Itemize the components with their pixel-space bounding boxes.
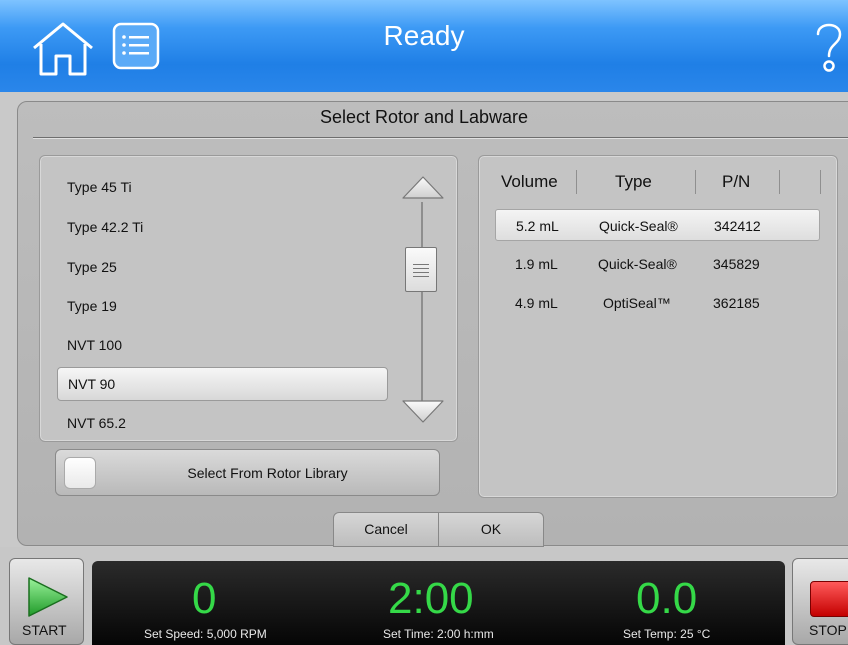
cancel-button[interactable]: Cancel — [333, 512, 439, 547]
temp-readout: 0.0 — [636, 574, 698, 623]
scroll-track — [421, 202, 423, 402]
rotor-list: Type 45 Ti Type 42.2 Ti Type 25 Type 19 … — [39, 155, 458, 442]
set-speed-label: Set Speed: 5,000 RPM — [144, 627, 267, 641]
labware-pn: 362185 — [713, 295, 760, 311]
labware-row[interactable]: 4.9 mL OptiSeal™ 362185 — [495, 287, 820, 319]
ok-button[interactable]: OK — [438, 512, 544, 547]
time-readout: 2:00 — [388, 574, 474, 623]
rotor-item[interactable]: Type 25 — [67, 256, 117, 278]
start-label: START — [22, 622, 67, 638]
stop-icon — [810, 581, 848, 617]
scroll-thumb[interactable] — [405, 247, 437, 292]
rotor-item[interactable]: NVT 65.2 — [67, 412, 126, 434]
library-button-label: Select From Rotor Library — [187, 465, 348, 481]
stop-label: STOP — [809, 622, 847, 638]
labware-table — [478, 155, 838, 498]
rotor-item[interactable]: Type 19 — [67, 295, 117, 317]
rotor-item[interactable]: Type 45 Ti — [67, 176, 132, 198]
help-icon[interactable] — [810, 18, 848, 78]
labware-row[interactable]: 1.9 mL Quick-Seal® 345829 — [495, 248, 820, 280]
stop-button[interactable]: STOP — [792, 558, 848, 645]
rotor-item[interactable]: Type 42.2 Ti — [67, 216, 143, 238]
labware-type: Quick-Seal® — [599, 218, 678, 234]
column-header-type: Type — [615, 172, 652, 191]
scroll-up-icon[interactable] — [401, 174, 445, 200]
labware-volume: 4.9 mL — [515, 295, 558, 311]
start-button[interactable]: START — [9, 558, 84, 645]
labware-volume: 5.2 mL — [516, 218, 559, 234]
column-header-pn: P/N — [722, 172, 751, 191]
dialog-title: Select Rotor and Labware — [319, 107, 529, 127]
column-divider — [820, 170, 821, 194]
status-title: Ready — [383, 20, 465, 51]
top-bar: Ready — [0, 0, 848, 92]
column-divider — [779, 170, 780, 194]
labware-volume: 1.9 mL — [515, 256, 558, 272]
title-divider — [33, 137, 848, 139]
column-divider — [576, 170, 577, 194]
set-temp-label: Set Temp: 25 °C — [623, 627, 711, 641]
scroll-down-icon[interactable] — [401, 399, 445, 425]
labware-pn: 345829 — [713, 256, 760, 272]
labware-row-selected[interactable]: 5.2 mL Quick-Seal® 342412 — [495, 209, 820, 241]
column-divider — [695, 170, 696, 194]
labware-type: OptiSeal™ — [603, 295, 671, 311]
speed-readout: 0 — [192, 574, 217, 623]
labware-pn: 342412 — [714, 218, 761, 234]
select-from-library-button[interactable]: Select From Rotor Library — [55, 449, 440, 496]
column-header-volume: Volume — [501, 172, 558, 191]
rotor-item[interactable]: NVT 100 — [67, 334, 122, 356]
set-time-label: Set Time: 2:00 h:mm — [383, 627, 494, 641]
play-icon — [28, 577, 68, 617]
labware-type: Quick-Seal® — [598, 256, 677, 272]
rotor-item-selected[interactable]: NVT 90 — [57, 367, 388, 401]
